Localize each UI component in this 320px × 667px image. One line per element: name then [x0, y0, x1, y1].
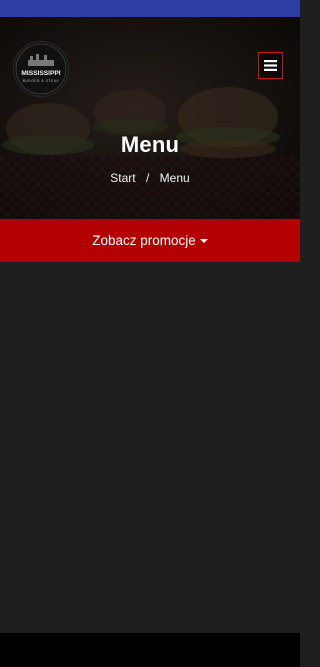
- promotions-dropdown-button[interactable]: Zobacz promocje: [0, 219, 300, 262]
- breadcrumb: Start / Menu: [0, 171, 300, 185]
- caret-down-icon: [199, 238, 208, 243]
- status-bar: [0, 0, 300, 17]
- breadcrumb-separator: /: [145, 171, 150, 185]
- hamburger-menu-button[interactable]: [258, 52, 283, 79]
- promotions-label: Zobacz promocje: [92, 233, 196, 248]
- svg-text:MISSISSIPPI: MISSISSIPPI: [21, 70, 60, 77]
- brand-logo[interactable]: MISSISSIPPI BURGER & STEAK: [13, 41, 69, 97]
- navigation-bar: [0, 633, 300, 667]
- page-title: Menu: [120, 132, 180, 157]
- menu-content-area: [0, 262, 300, 633]
- hero-banner: MISSISSIPPI BURGER & STEAK Menu Start / …: [0, 17, 300, 219]
- svg-text:BURGER & STEAK: BURGER & STEAK: [23, 79, 60, 83]
- breadcrumb-current: Menu: [159, 171, 190, 185]
- breadcrumb-home-link[interactable]: Start: [110, 171, 135, 185]
- hamburger-icon: [264, 60, 277, 71]
